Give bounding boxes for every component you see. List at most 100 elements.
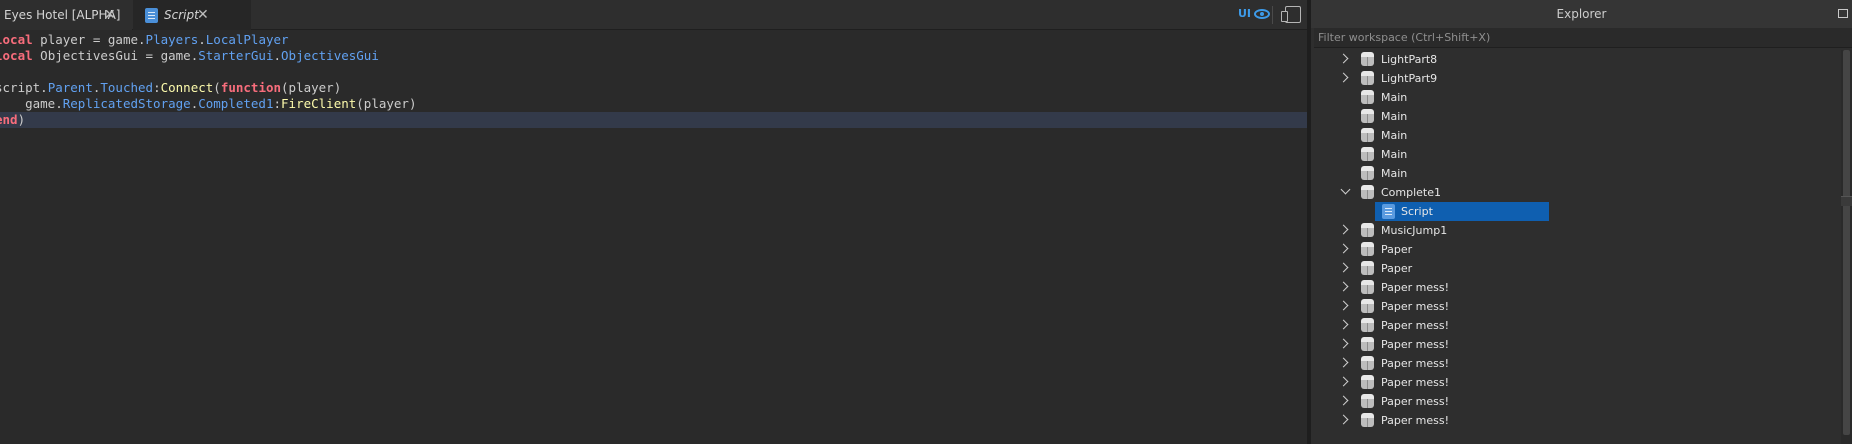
ui-label: UI <box>1238 7 1252 20</box>
code-token: ObjectivesGui <box>281 48 379 63</box>
code-line[interactable]: local ObjectivesGui = game.StarterGui.Ob… <box>0 48 1307 64</box>
tree-item[interactable]: Paper mess! <box>1311 335 1841 354</box>
tab-eyes-hotel[interactable]: Eyes Hotel [ALPHA] ✕ <box>0 0 132 30</box>
code-token: StarterGui <box>198 48 274 63</box>
chevron-right-icon[interactable] <box>1338 338 1349 349</box>
tree-item[interactable]: Complete1 <box>1311 183 1841 202</box>
tree-item[interactable]: Script <box>1311 202 1841 221</box>
tree-item-label: Script <box>1401 205 1433 218</box>
part-icon <box>1360 90 1375 105</box>
chevron-right-icon[interactable] <box>1338 262 1349 273</box>
code-token: game <box>107 32 139 47</box>
chevron-right-icon[interactable] <box>1338 319 1349 330</box>
tree-item-label: MusicJump1 <box>1381 224 1448 237</box>
filter-input[interactable] <box>1318 31 1838 44</box>
chevron-right-icon[interactable] <box>1338 395 1349 406</box>
tree-item[interactable]: Paper <box>1311 240 1841 259</box>
code-token: : <box>273 96 282 111</box>
script-editor-panel: Eyes Hotel [ALPHA] ✕ Script ✕ UI local p… <box>0 0 1307 444</box>
part-icon <box>1360 223 1375 238</box>
code-token: function <box>220 80 282 95</box>
tree-item-label: Paper mess! <box>1381 357 1450 370</box>
tree-item-label: Paper mess! <box>1381 300 1450 313</box>
part-icon <box>1360 375 1375 390</box>
code-line[interactable]: end) <box>0 112 1307 128</box>
tree-item[interactable]: Paper mess! <box>1311 278 1841 297</box>
tree-item[interactable]: Main <box>1311 88 1841 107</box>
script-icon <box>145 7 158 23</box>
tab-label: Script <box>164 8 199 22</box>
tree-item[interactable]: Main <box>1311 107 1841 126</box>
tree-item-label: Paper mess! <box>1381 338 1450 351</box>
tree-item[interactable]: Paper mess! <box>1311 392 1841 411</box>
tree-item[interactable]: MusicJump1 <box>1311 221 1841 240</box>
tree-item[interactable]: Paper mess! <box>1311 297 1841 316</box>
code-area[interactable]: local player = game.Players.LocalPlayerl… <box>0 30 1307 444</box>
chevron-right-icon[interactable] <box>1338 72 1349 83</box>
scroll-thumb[interactable] <box>1843 50 1850 435</box>
code-token: Touched <box>100 80 154 95</box>
tree-item-label: LightPart9 <box>1381 72 1438 85</box>
tree-item[interactable]: Paper <box>1311 259 1841 278</box>
code-line[interactable]: script.Parent.Touched:Connect(function(p… <box>0 80 1307 96</box>
tree-item[interactable]: Paper mess! <box>1311 354 1841 373</box>
code-token: ) <box>17 112 26 127</box>
part-icon <box>1360 356 1375 371</box>
chevron-right-icon[interactable] <box>1338 53 1349 64</box>
code-token: local <box>0 32 33 47</box>
code-token: local <box>0 48 33 63</box>
tab-script[interactable]: Script ✕ <box>133 0 251 30</box>
code-line[interactable]: local player = game.Players.LocalPlayer <box>0 32 1307 48</box>
close-icon[interactable]: ✕ <box>104 7 116 23</box>
chevron-right-icon[interactable] <box>1338 414 1349 425</box>
part-icon <box>1360 413 1375 428</box>
explorer-scrollbar[interactable] <box>1841 50 1852 444</box>
chevron-right-icon[interactable] <box>1338 281 1349 292</box>
chevron-right-icon[interactable] <box>1338 376 1349 387</box>
script-icon <box>1382 204 1395 219</box>
code-token: script <box>0 80 41 95</box>
tree-item[interactable]: Main <box>1311 145 1841 164</box>
tree-item-label: Paper <box>1381 262 1413 275</box>
code-token: LocalPlayer <box>205 32 289 47</box>
explorer-header: Explorer <box>1311 0 1852 28</box>
eye-icon <box>1254 8 1271 19</box>
part-icon <box>1360 128 1375 143</box>
code-line[interactable] <box>0 64 1307 80</box>
tree-item-label: Paper mess! <box>1381 281 1450 294</box>
tree-item-label: LightPart8 <box>1381 53 1438 66</box>
tree-item[interactable]: Main <box>1311 164 1841 183</box>
code-token: : <box>153 80 161 95</box>
part-icon <box>1360 147 1375 162</box>
code-token: (player) <box>281 80 342 95</box>
chevron-right-icon[interactable] <box>1338 224 1349 235</box>
chevron-down-icon[interactable] <box>1340 184 1351 195</box>
device-emulator-icon[interactable] <box>1281 6 1301 23</box>
tree-item[interactable]: Paper mess! <box>1311 373 1841 392</box>
tab-label: Eyes Hotel [ALPHA] <box>4 8 121 22</box>
tree-item[interactable]: LightPart8 <box>1311 50 1841 69</box>
code-token: . <box>55 96 63 111</box>
tree-item-label: Complete1 <box>1381 186 1442 199</box>
code-token: ObjectivesGui = <box>32 48 161 63</box>
ui-visibility-toggle[interactable]: UI <box>1238 7 1271 20</box>
tree-item[interactable]: Paper mess! <box>1311 316 1841 335</box>
tree-item[interactable]: Main <box>1311 126 1841 145</box>
close-icon[interactable]: ✕ <box>197 7 209 23</box>
chevron-right-icon[interactable] <box>1338 300 1349 311</box>
chevron-right-icon[interactable] <box>1338 243 1349 254</box>
code-token: game <box>160 48 191 63</box>
part-icon <box>1360 109 1375 124</box>
explorer-tree: LightPart8 LightPart9 Main Main Main Main Main… <box>1311 50 1841 444</box>
tree-item-label: Main <box>1381 110 1408 123</box>
tree-item[interactable]: LightPart9 <box>1311 69 1841 88</box>
tree-item[interactable]: Paper mess! <box>1311 411 1841 430</box>
code-token: (player) <box>356 96 417 111</box>
dock-icon[interactable] <box>1838 9 1848 18</box>
chevron-right-icon[interactable] <box>1338 357 1349 368</box>
code-line[interactable]: game.ReplicatedStorage.Completed1:FireCl… <box>0 96 1307 112</box>
part-icon <box>1360 299 1375 314</box>
code-token: ( <box>213 80 221 95</box>
part-icon <box>1360 280 1375 295</box>
